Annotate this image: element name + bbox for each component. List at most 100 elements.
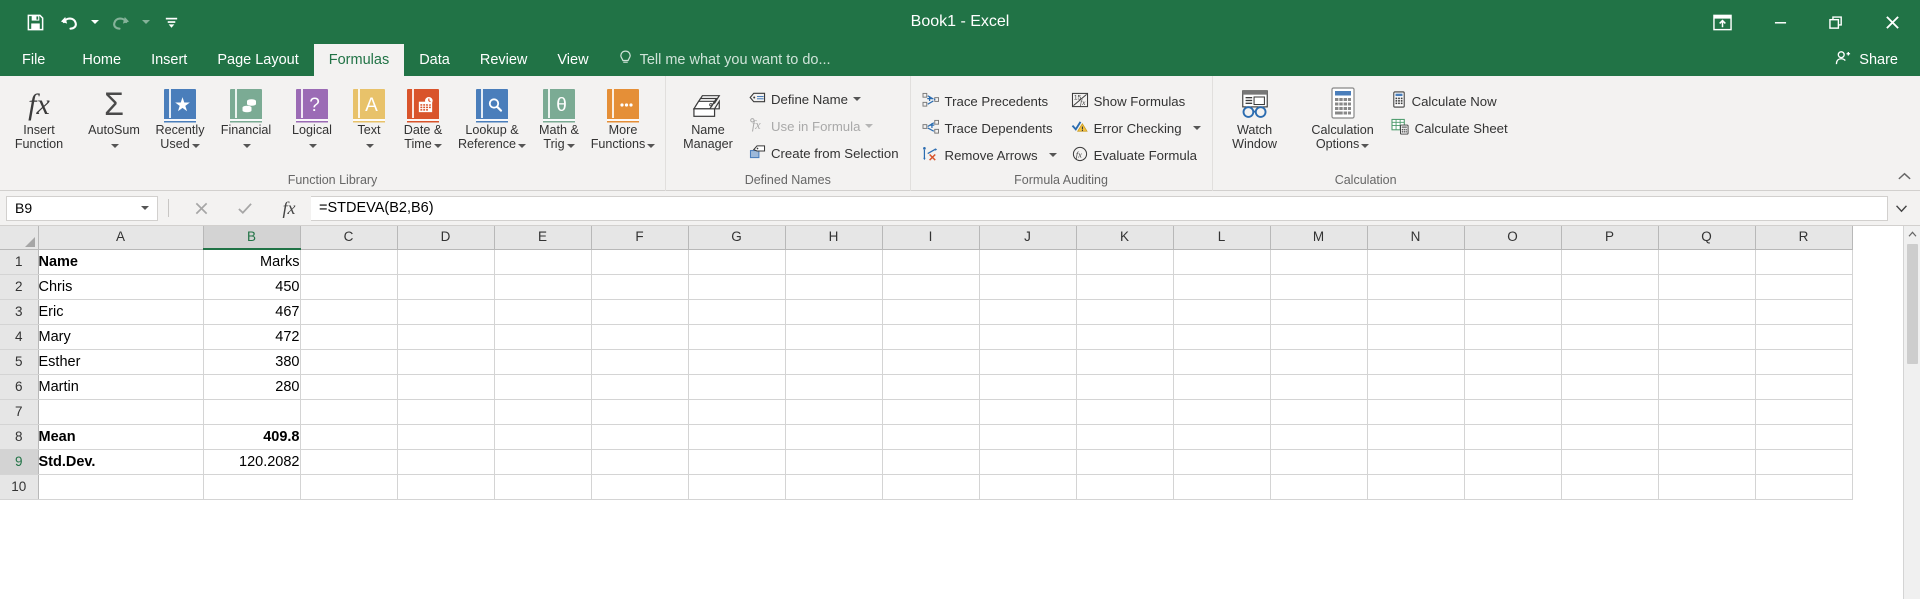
undo-dropdown-button[interactable]: [86, 5, 103, 39]
column-header-h[interactable]: H: [785, 226, 883, 250]
cell-B9[interactable]: 120.2082: [203, 449, 301, 475]
cell-L7[interactable]: [1173, 399, 1271, 425]
column-header-b[interactable]: B: [203, 226, 301, 250]
cell-N10[interactable]: [1367, 474, 1465, 500]
cell-Q10[interactable]: [1658, 474, 1756, 500]
row-header-4[interactable]: 4: [0, 324, 39, 350]
cell-L8[interactable]: [1173, 424, 1271, 450]
row-header-2[interactable]: 2: [0, 274, 39, 300]
cell-I10[interactable]: [882, 474, 980, 500]
restore-button[interactable]: [1808, 0, 1864, 44]
cell-N7[interactable]: [1367, 399, 1465, 425]
cell-N6[interactable]: [1367, 374, 1465, 400]
cell-E7[interactable]: [494, 399, 592, 425]
trace-precedents-button[interactable]: Trace Precedents: [917, 88, 1062, 114]
cell-E9[interactable]: [494, 449, 592, 475]
tab-file[interactable]: File: [0, 44, 67, 76]
text-button[interactable]: A Text: [345, 82, 393, 151]
insert-function-button[interactable]: fx Insert Function: [6, 82, 72, 151]
expand-formula-bar-button[interactable]: [1888, 196, 1914, 221]
show-formulas-button[interactable]: 15 fx Show Formulas: [1066, 88, 1206, 114]
select-all-button[interactable]: [0, 226, 39, 250]
define-name-button[interactable]: Define Name: [744, 86, 904, 112]
share-button[interactable]: Share: [1827, 44, 1906, 76]
cell-O10[interactable]: [1464, 474, 1562, 500]
autosum-button[interactable]: Σ AutoSum: [81, 82, 147, 151]
cell-J4[interactable]: [979, 324, 1077, 350]
cell-N3[interactable]: [1367, 299, 1465, 325]
column-header-j[interactable]: J: [979, 226, 1077, 250]
cell-E2[interactable]: [494, 274, 592, 300]
cell-G9[interactable]: [688, 449, 786, 475]
cell-H9[interactable]: [785, 449, 883, 475]
cell-R2[interactable]: [1755, 274, 1853, 300]
cell-K9[interactable]: [1076, 449, 1174, 475]
confirm-icon[interactable]: [223, 195, 267, 221]
cell-C6[interactable]: [300, 374, 398, 400]
column-header-l[interactable]: L: [1173, 226, 1271, 250]
calculation-options-button[interactable]: Calculation Options: [1300, 82, 1386, 151]
cell-E6[interactable]: [494, 374, 592, 400]
cell-E3[interactable]: [494, 299, 592, 325]
cell-M7[interactable]: [1270, 399, 1368, 425]
cell-F3[interactable]: [591, 299, 689, 325]
cell-D9[interactable]: [397, 449, 495, 475]
cell-B2[interactable]: 450: [203, 274, 301, 300]
column-header-n[interactable]: N: [1367, 226, 1465, 250]
ribbon-display-options-icon[interactable]: [1692, 0, 1752, 44]
cell-D3[interactable]: [397, 299, 495, 325]
worksheet-grid[interactable]: A B C D E F G H I J K L M N O P Q R 1 Na…: [0, 226, 1903, 599]
cell-D7[interactable]: [397, 399, 495, 425]
cell-G4[interactable]: [688, 324, 786, 350]
cell-H7[interactable]: [785, 399, 883, 425]
cell-L4[interactable]: [1173, 324, 1271, 350]
redo-dropdown-button[interactable]: [137, 5, 154, 39]
cell-N4[interactable]: [1367, 324, 1465, 350]
cell-M1[interactable]: [1270, 249, 1368, 275]
cell-F1[interactable]: [591, 249, 689, 275]
cell-C7[interactable]: [300, 399, 398, 425]
cell-J5[interactable]: [979, 349, 1077, 375]
cell-J3[interactable]: [979, 299, 1077, 325]
cell-A10[interactable]: [38, 474, 204, 500]
cell-C9[interactable]: [300, 449, 398, 475]
cell-I6[interactable]: [882, 374, 980, 400]
cell-K3[interactable]: [1076, 299, 1174, 325]
cell-O5[interactable]: [1464, 349, 1562, 375]
cell-L10[interactable]: [1173, 474, 1271, 500]
cell-Q5[interactable]: [1658, 349, 1756, 375]
cell-N9[interactable]: [1367, 449, 1465, 475]
cell-L1[interactable]: [1173, 249, 1271, 275]
cell-H1[interactable]: [785, 249, 883, 275]
cell-J7[interactable]: [979, 399, 1077, 425]
cell-F4[interactable]: [591, 324, 689, 350]
formula-input[interactable]: =STDEVA(B2,B6): [311, 195, 1888, 221]
lookup-reference-button[interactable]: Lookup & Reference: [453, 82, 531, 151]
vertical-scrollbar[interactable]: [1903, 226, 1920, 599]
cell-B4[interactable]: 472: [203, 324, 301, 350]
column-header-i[interactable]: I: [882, 226, 980, 250]
scrollbar-thumb[interactable]: [1906, 244, 1918, 364]
cell-H5[interactable]: [785, 349, 883, 375]
cell-R9[interactable]: [1755, 449, 1853, 475]
cell-K1[interactable]: [1076, 249, 1174, 275]
column-header-m[interactable]: M: [1270, 226, 1368, 250]
cell-C1[interactable]: [300, 249, 398, 275]
cell-I5[interactable]: [882, 349, 980, 375]
scroll-up-button[interactable]: [1903, 226, 1920, 243]
cell-A1[interactable]: Name: [38, 249, 204, 275]
cell-A6[interactable]: Martin: [38, 374, 204, 400]
redo-button[interactable]: [103, 5, 137, 39]
cell-P3[interactable]: [1561, 299, 1659, 325]
cell-C4[interactable]: [300, 324, 398, 350]
cell-D10[interactable]: [397, 474, 495, 500]
cell-I2[interactable]: [882, 274, 980, 300]
date-time-button[interactable]: Date & Time: [393, 82, 453, 151]
cell-M10[interactable]: [1270, 474, 1368, 500]
error-checking-button[interactable]: Error Checking: [1066, 115, 1206, 141]
cell-P4[interactable]: [1561, 324, 1659, 350]
cell-J6[interactable]: [979, 374, 1077, 400]
cell-G6[interactable]: [688, 374, 786, 400]
cell-C8[interactable]: [300, 424, 398, 450]
row-header-1[interactable]: 1: [0, 249, 39, 275]
